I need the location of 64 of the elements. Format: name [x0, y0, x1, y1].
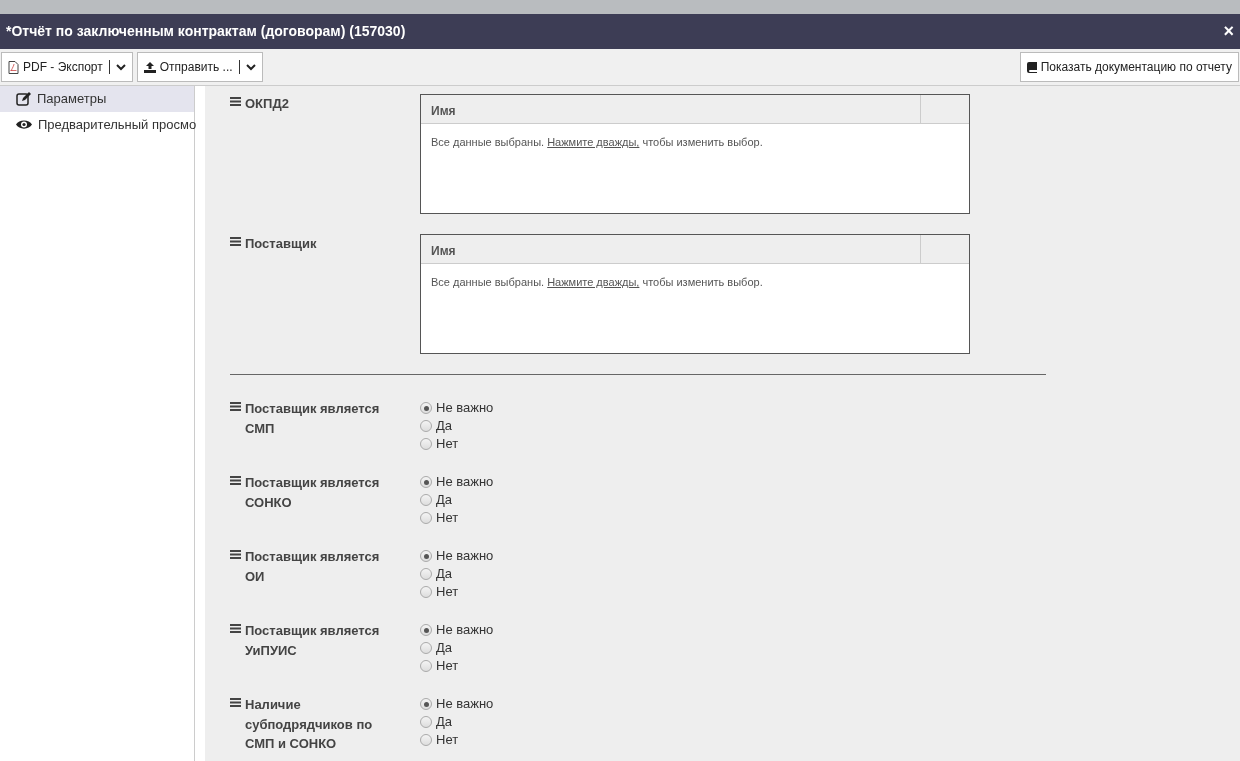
window-title: *Отчёт по заключенным контрактам (договорам) (157030): [6, 22, 406, 41]
radio-button[interactable]: [420, 494, 432, 506]
radio-button[interactable]: [420, 438, 432, 450]
radio-button[interactable]: [420, 716, 432, 728]
drag-handle-icon: [230, 698, 241, 707]
radio-button[interactable]: [420, 642, 432, 654]
edit-icon: [16, 91, 31, 106]
pdf-file-icon: [8, 60, 19, 74]
radio-label: Да: [436, 565, 453, 584]
radio-button[interactable]: [420, 568, 432, 580]
radio-label: Да: [436, 639, 453, 658]
radio-label: Не важно: [436, 547, 494, 566]
change-selection-link[interactable]: Нажмите дважды,: [547, 276, 640, 288]
grid-message: Все данные выбраны. Нажмите дважды, чтобы изменить выбор.: [431, 276, 763, 288]
radio-label: Нет: [436, 583, 459, 602]
documentation-button[interactable]: Показать документацию по отчету: [1019, 52, 1239, 82]
radio-button[interactable]: [420, 698, 432, 710]
radio-label: Не важно: [436, 399, 494, 418]
radio-label: Нет: [436, 435, 459, 454]
radio-button[interactable]: [420, 402, 432, 414]
radio-button[interactable]: [420, 476, 432, 488]
radio-label: Да: [436, 417, 453, 436]
field-label: Поставщик является СОНКО: [245, 474, 381, 512]
radio-label: Не важно: [436, 473, 494, 492]
book-icon: [1026, 61, 1037, 73]
field-label: Наличие субподрядчиков по СМП и СОНКО: [245, 696, 374, 753]
column-header: Имя: [421, 235, 921, 263]
sidebar-item[interactable]: Параметры: [0, 86, 194, 112]
column-header: Имя: [421, 95, 921, 123]
toolbar-button[interactable]: PDF - Экспорт: [1, 52, 133, 82]
sidebar-item[interactable]: Предварительный просмо: [0, 111, 194, 137]
radio-button[interactable]: [420, 624, 432, 636]
radio-label: Нет: [436, 509, 459, 528]
close-icon[interactable]: ×: [1223, 18, 1234, 45]
field-label: ОКПД2: [245, 95, 290, 113]
drag-handle-icon: [230, 550, 241, 559]
drag-handle-icon: [230, 476, 241, 485]
radio-button[interactable]: [420, 734, 432, 746]
radio-label: Да: [436, 713, 453, 732]
radio-button[interactable]: [420, 550, 432, 562]
drag-handle-icon: [230, 624, 241, 633]
radio-label: Нет: [436, 657, 459, 676]
radio-button[interactable]: [420, 420, 432, 432]
toolbar-button[interactable]: Отправить ...: [136, 52, 263, 82]
radio-button[interactable]: [420, 512, 432, 524]
radio-label: Не важно: [436, 621, 494, 640]
radio-label: Да: [436, 491, 453, 510]
change-selection-link[interactable]: Нажмите дважды,: [547, 136, 640, 148]
field-label: Поставщик является ОИ: [245, 548, 381, 586]
eye-icon: [16, 118, 32, 130]
radio-label: Нет: [436, 731, 459, 750]
caret-icon: [245, 63, 256, 71]
caret-icon: [115, 63, 126, 71]
grid-message: Все данные выбраны. Нажмите дважды, чтобы изменить выбор.: [431, 136, 763, 148]
drag-handle-icon: [230, 97, 241, 106]
radio-button[interactable]: [420, 586, 432, 598]
field-label: Поставщик является СМП: [245, 400, 381, 438]
drag-handle-icon: [230, 237, 241, 246]
field-label: Поставщик является УиПУИС: [245, 622, 381, 660]
upload-icon: [143, 61, 156, 73]
radio-label: Не важно: [436, 695, 494, 714]
drag-handle-icon: [230, 402, 241, 411]
field-label: Поставщик: [245, 235, 318, 253]
radio-button[interactable]: [420, 660, 432, 672]
